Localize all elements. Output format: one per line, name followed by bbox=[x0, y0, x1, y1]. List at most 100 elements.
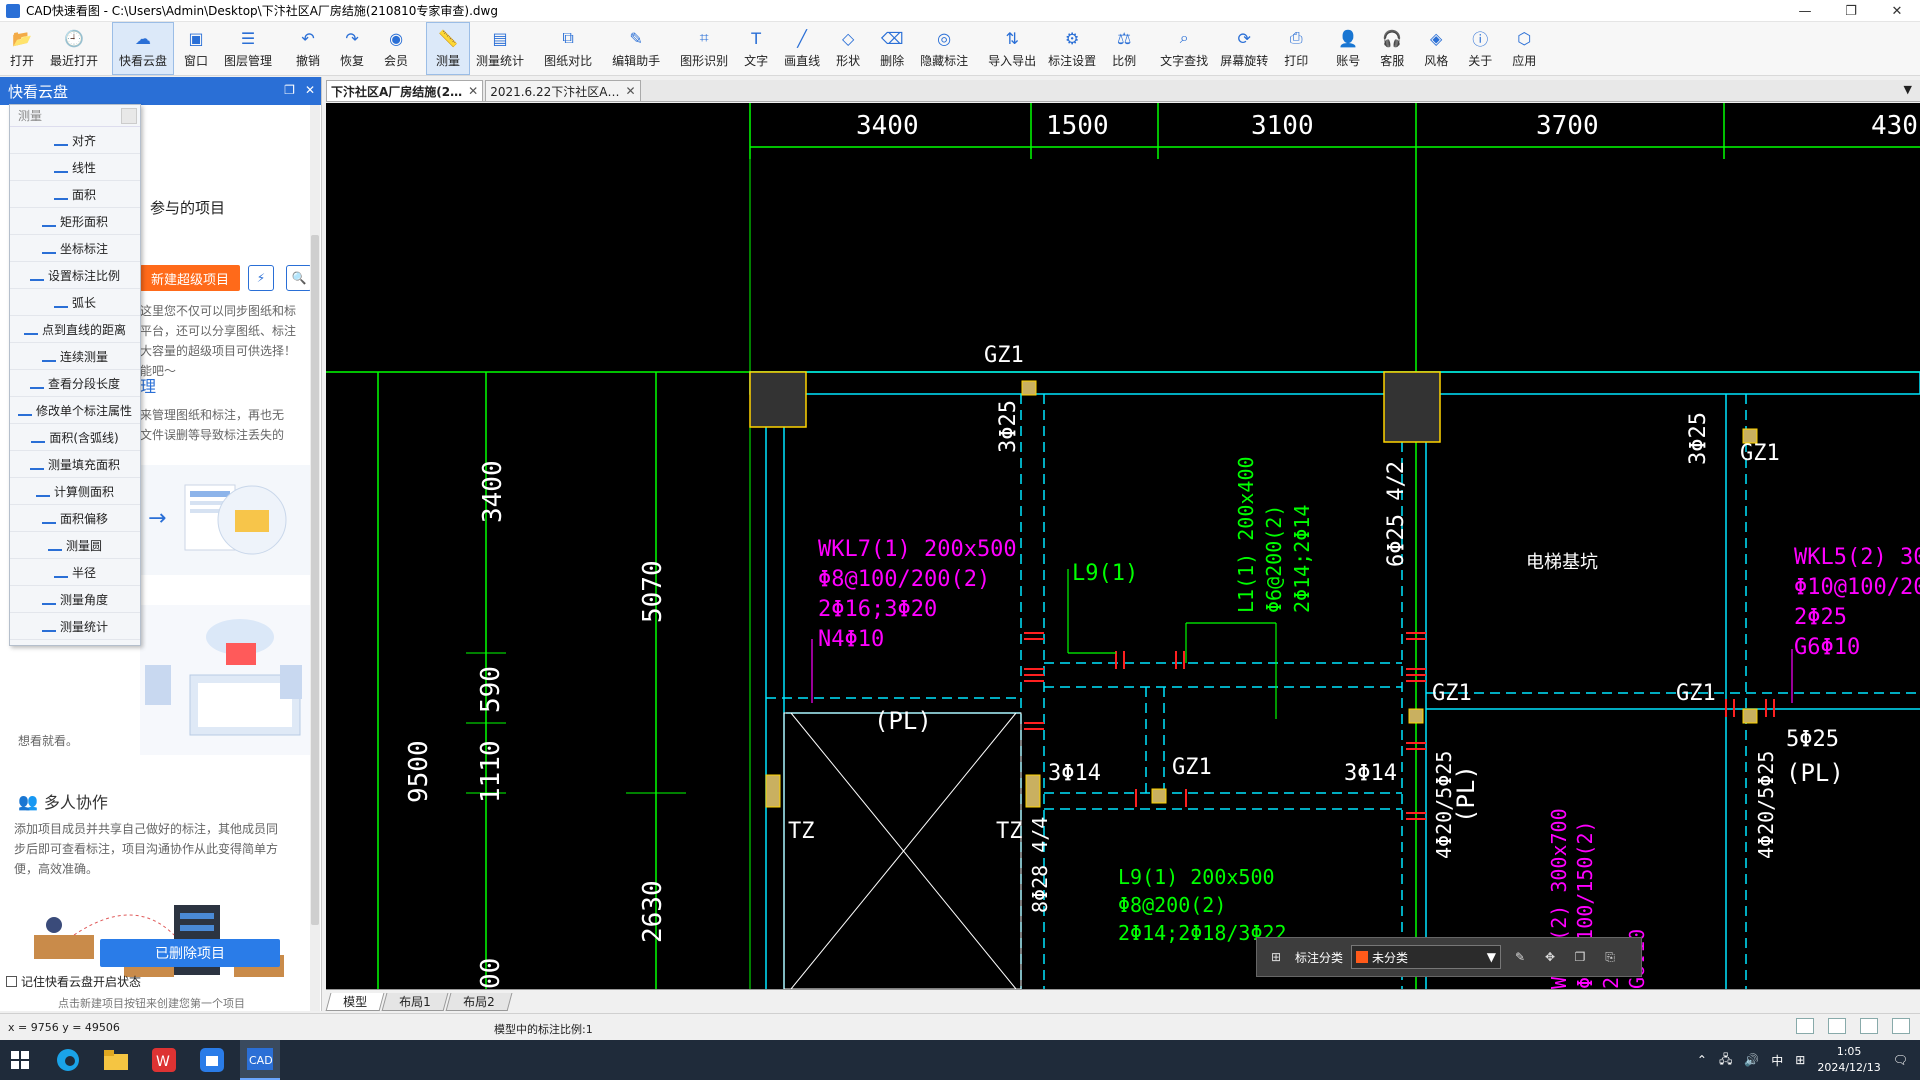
network-icon[interactable]: 🖧 bbox=[1719, 1050, 1732, 1071]
toolbar-layers-button[interactable]: ☰ 图层管理 bbox=[218, 22, 278, 75]
toolbar-cloud-button[interactable]: ☁ 快看云盘 bbox=[112, 22, 175, 75]
wps-office-icon[interactable]: W bbox=[144, 1040, 184, 1080]
remember-checkbox-row[interactable]: 记住快看云盘开启状态 bbox=[6, 973, 141, 990]
toolbar-label: 图形识别 bbox=[680, 54, 729, 68]
search-icon[interactable]: 🔍 bbox=[286, 265, 312, 291]
tab-layout2[interactable]: 布局2 bbox=[445, 993, 512, 1011]
toolbar-import-export-button[interactable]: ⇅ 导入导出 bbox=[982, 22, 1042, 75]
app-launcher-icon[interactable] bbox=[192, 1040, 232, 1080]
measure-menu-item[interactable]: 修改单个标注属性 bbox=[10, 397, 140, 424]
toolbar-window-button[interactable]: ▣ 窗口 bbox=[174, 22, 218, 75]
doc-tab-1[interactable]: 下汴社区A厂房结施(2… ✕ bbox=[326, 80, 484, 101]
edge-browser-icon[interactable] bbox=[48, 1040, 88, 1080]
toolbar-shape-button[interactable]: ◇ 形状 bbox=[826, 22, 870, 75]
measure-menu-item[interactable]: 测量统计 bbox=[10, 613, 140, 640]
compare-icon: ⧉ bbox=[562, 28, 574, 47]
measure-menu-item[interactable]: 矩形面积 bbox=[10, 208, 140, 235]
tab-layout1[interactable]: 布局1 bbox=[381, 993, 449, 1011]
file-explorer-icon[interactable] bbox=[96, 1040, 136, 1080]
toolbar-edit-helper-button[interactable]: ✎ 编辑助手 bbox=[606, 22, 666, 75]
measure-menu-item[interactable]: 查看分段长度 bbox=[10, 370, 140, 397]
measure-menu-item[interactable]: 线性 bbox=[10, 154, 140, 181]
paste-icon[interactable]: ⎘ bbox=[1599, 946, 1621, 968]
measure-menu-item[interactable]: 面积偏移 bbox=[10, 505, 140, 532]
notifications-icon[interactable]: 🗨 bbox=[1893, 1053, 1908, 1067]
ime-indicator[interactable]: 中 bbox=[1771, 1052, 1783, 1069]
toolbar-cube-button[interactable]: ⬡ 应用 bbox=[1502, 22, 1546, 75]
float-icon[interactable]: ❐ bbox=[284, 83, 295, 97]
status-link-icon[interactable] bbox=[1860, 1018, 1878, 1034]
doc-tab-2[interactable]: 2021.6.22下汴社区A… ✕ bbox=[485, 80, 641, 101]
measure-menu-item[interactable]: 连续测量 bbox=[10, 343, 140, 370]
volume-icon[interactable]: 🔊 bbox=[1744, 1053, 1759, 1067]
toolbar-text-button[interactable]: T 文字 bbox=[734, 22, 778, 75]
tab-model[interactable]: 模型 bbox=[325, 993, 385, 1011]
measure-menu-item-label: 弧长 bbox=[71, 295, 96, 310]
move-icon[interactable]: ✥ bbox=[1539, 946, 1561, 968]
toolbar-recognize-button[interactable]: ⌗ 图形识别 bbox=[674, 22, 734, 75]
cad-drawing-canvas[interactable]: 3400 1500 3100 3700 430 3400 5070 590 11… bbox=[326, 103, 1920, 989]
toolbar-annot-settings-button[interactable]: ⚙ 标注设置 bbox=[1042, 22, 1102, 75]
annotation-category-select[interactable]: 未分类 ▼ bbox=[1351, 945, 1502, 969]
measure-menu-item[interactable]: 对齐 bbox=[10, 127, 140, 154]
status-window-icon[interactable] bbox=[1892, 1018, 1910, 1034]
grid-icon[interactable]: ⊞ bbox=[1265, 946, 1287, 968]
annotation-scale-status: 模型中的标注比例:1 bbox=[494, 1023, 593, 1036]
toolbar-scale-button[interactable]: ⚖ 比例 bbox=[1102, 22, 1146, 75]
toolbar-folder-button[interactable]: 📂 打开 bbox=[0, 22, 44, 75]
beam-spec: Φ6@200(2) bbox=[1262, 504, 1286, 613]
toolbar-ruler-button[interactable]: 📏 测量 bbox=[426, 22, 471, 75]
measure-menu-item[interactable]: 弧长 bbox=[10, 289, 140, 316]
tabs-dropdown-icon[interactable]: ▼ bbox=[1904, 83, 1912, 96]
measure-menu-item[interactable]: 点到直线的距离 bbox=[10, 316, 140, 343]
status-folder-icon[interactable] bbox=[1796, 1018, 1814, 1034]
restore-button[interactable]: ❐ bbox=[1828, 0, 1874, 22]
toolbar-info-button[interactable]: ⓘ 关于 bbox=[1458, 22, 1502, 75]
measure-menu-item[interactable]: 测量圆 bbox=[10, 532, 140, 559]
toolbar-user-button[interactable]: 👤 账号 bbox=[1326, 22, 1370, 75]
toolbar-redo-button[interactable]: ↷ 恢复 bbox=[330, 22, 374, 75]
minimize-button[interactable]: — bbox=[1782, 0, 1828, 22]
measure-menu-item[interactable]: 面积(含弧线) bbox=[10, 424, 140, 451]
toolbar-rotate-button[interactable]: ⟳ 屏幕旋转 bbox=[1214, 22, 1274, 75]
toolbar-line-button[interactable]: ╱ 画直线 bbox=[778, 22, 826, 75]
close-icon[interactable]: ✕ bbox=[625, 84, 635, 98]
measure-menu-item[interactable]: 坐标标注 bbox=[10, 235, 140, 262]
toolbar-undo-button[interactable]: ↶ 撤销 bbox=[286, 22, 330, 75]
measure-menu-item[interactable]: 计算侧面积 bbox=[10, 478, 140, 505]
close-icon[interactable]: ✕ bbox=[468, 84, 478, 98]
measure-menu-item[interactable]: 设置标注比例 bbox=[10, 262, 140, 289]
toolbar-eraser-button[interactable]: ⌫ 删除 bbox=[870, 22, 914, 75]
measure-menu-item[interactable]: 测量填充面积 bbox=[10, 451, 140, 478]
cad-viewer-taskbar-icon[interactable]: CAD bbox=[240, 1040, 280, 1080]
close-panel-icon[interactable]: ✕ bbox=[305, 83, 315, 97]
toolbar-eye-button[interactable]: ◎ 隐藏标注 bbox=[914, 22, 974, 75]
toolbar-printer-button[interactable]: ⎙ 打印 bbox=[1274, 22, 1318, 75]
cloud-panel-scrollbar[interactable] bbox=[310, 105, 320, 1011]
system-clock[interactable]: 1:05 2024/12/13 bbox=[1817, 1044, 1880, 1076]
measure-menu-item[interactable]: 半径 bbox=[10, 559, 140, 586]
toolbar-style-button[interactable]: ◈ 风格 bbox=[1414, 22, 1458, 75]
edit-icon[interactable]: ✎ bbox=[1509, 946, 1531, 968]
remember-checkbox[interactable] bbox=[6, 976, 17, 987]
measure-menu-item[interactable]: 面积 bbox=[10, 181, 140, 208]
sync-icon[interactable]: ⚡ bbox=[248, 265, 274, 291]
measure-menu-close[interactable] bbox=[121, 108, 137, 124]
windows-start-icon[interactable] bbox=[0, 1040, 40, 1080]
deleted-projects-button[interactable]: 已删除项目 bbox=[100, 939, 280, 967]
close-button[interactable]: ✕ bbox=[1874, 0, 1920, 22]
measure-menu-item[interactable]: 测量角度 bbox=[10, 586, 140, 613]
toolbar-text-search-button[interactable]: ⌕ 文字查找 bbox=[1154, 22, 1214, 75]
toolbar-headset-button[interactable]: 🎧 客服 bbox=[1370, 22, 1414, 75]
scrollbar-thumb[interactable] bbox=[311, 235, 319, 925]
status-folder2-icon[interactable] bbox=[1828, 1018, 1846, 1034]
new-super-project-button[interactable]: 新建超级项目 bbox=[140, 265, 240, 291]
toolbar-clock-button[interactable]: 🕘 最近打开 bbox=[44, 22, 104, 75]
copy-icon[interactable]: ❐ bbox=[1569, 946, 1591, 968]
keyboard-layout-icon[interactable]: ⊞ bbox=[1795, 1053, 1805, 1067]
toolbar-compare-button[interactable]: ⧉ 图纸对比 bbox=[538, 22, 598, 75]
annotation-category-label: 标注分类 bbox=[1295, 950, 1344, 965]
tray-chevron-icon[interactable]: ⌃ bbox=[1697, 1053, 1707, 1067]
toolbar-vip-button[interactable]: ◉ 会员 bbox=[374, 22, 418, 75]
toolbar-stats-button[interactable]: ▤ 测量统计 bbox=[470, 22, 530, 75]
